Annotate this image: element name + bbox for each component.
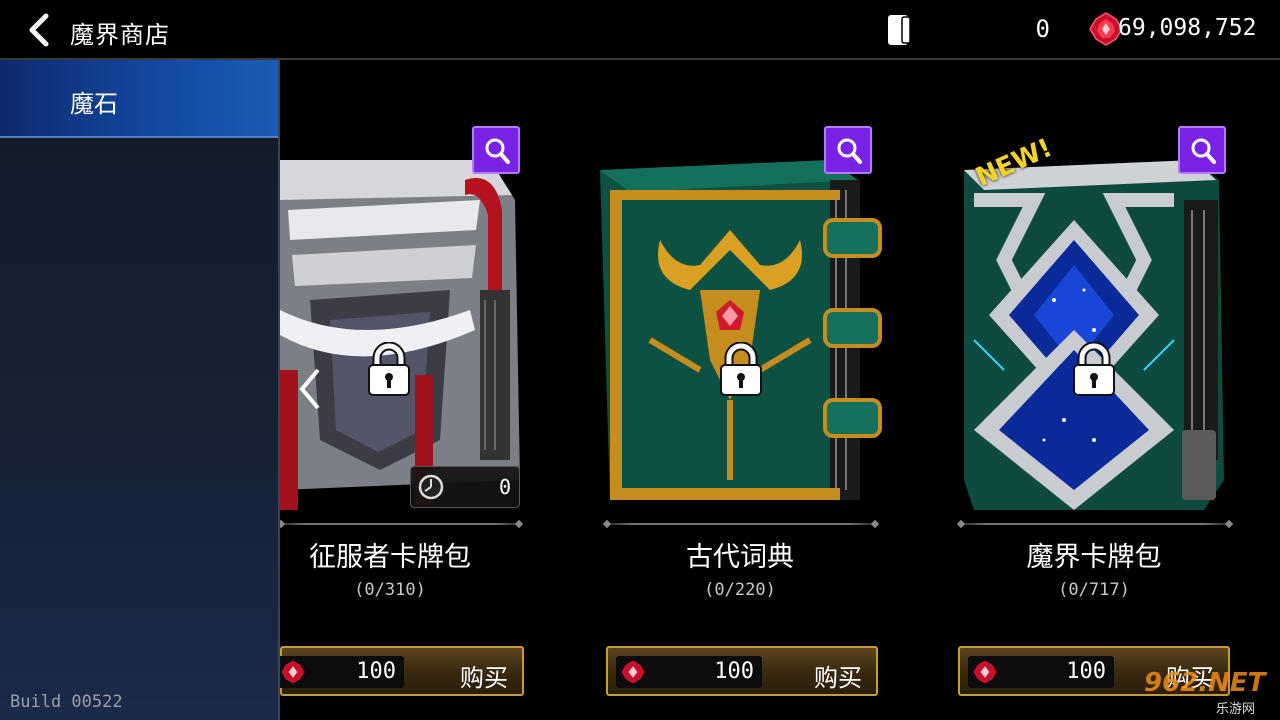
timer-icon bbox=[418, 474, 444, 500]
magnifier-icon bbox=[837, 138, 862, 164]
divider bbox=[606, 523, 876, 525]
pack-card[interactable]: 古代词典 (0/220) 100 购买 bbox=[590, 60, 890, 720]
buy-label: 购买 bbox=[814, 664, 862, 692]
price-value: 100 bbox=[356, 659, 396, 684]
zoom-button[interactable] bbox=[824, 126, 872, 174]
buy-button[interactable]: 100 购买 bbox=[280, 646, 524, 696]
red-gem-icon bbox=[281, 660, 305, 684]
pack-name: 魔界卡牌包 bbox=[1026, 542, 1162, 573]
back-arrow-icon bbox=[29, 13, 49, 47]
red-gem-icon bbox=[973, 660, 997, 684]
magnifier-icon bbox=[485, 138, 510, 164]
pack-card[interactable]: NEW! 魔界卡牌包 (0/717) 100 购买 bbox=[944, 60, 1244, 720]
pack-art-conqueror bbox=[280, 160, 520, 510]
buy-label: 购买 bbox=[460, 664, 508, 692]
price-box: 100 bbox=[280, 656, 404, 688]
pack-art-ancient-dictionary bbox=[600, 160, 882, 500]
watermark-sub: 乐游网 bbox=[1216, 702, 1256, 717]
chevron-left-icon[interactable] bbox=[296, 366, 324, 412]
timer-value: 0 bbox=[498, 475, 511, 499]
shop-area: 0 征服者卡牌包 (0/310) 100 购买 古代词典 (0/220) 100… bbox=[280, 60, 1280, 720]
watermark: 962.NET 乐游网 bbox=[1140, 668, 1276, 718]
build-label: Build 00522 bbox=[10, 692, 123, 712]
watermark-main: 962.NET bbox=[1144, 668, 1266, 698]
red-gem-icon bbox=[621, 660, 645, 684]
divider bbox=[960, 523, 1230, 525]
lock-icon bbox=[368, 342, 410, 396]
top-bar: 魔界商店 0 69,098,752 bbox=[0, 0, 1280, 60]
currency-value: 69,098,752 bbox=[1118, 15, 1257, 41]
pack-progress: (0/310) bbox=[354, 580, 426, 600]
buy-button[interactable]: 100 购买 bbox=[606, 646, 878, 696]
sidebar-tab-magic-stone[interactable]: 魔石 bbox=[0, 60, 278, 138]
timer-box: 0 bbox=[410, 466, 520, 508]
price-value: 100 bbox=[1066, 659, 1106, 684]
pack-name: 古代词典 bbox=[686, 542, 794, 573]
card-count: 0 bbox=[1035, 15, 1050, 43]
back-button[interactable] bbox=[22, 10, 58, 50]
lock-icon bbox=[1073, 342, 1115, 396]
sidebar-tab-label: 魔石 bbox=[70, 90, 118, 118]
pack-card[interactable]: 0 征服者卡牌包 (0/310) 100 购买 bbox=[280, 60, 540, 720]
zoom-button[interactable] bbox=[1178, 126, 1226, 174]
sidebar: 魔石 Build 00522 bbox=[0, 60, 280, 720]
price-value: 100 bbox=[714, 659, 754, 684]
divider bbox=[280, 523, 520, 525]
pack-name: 征服者卡牌包 bbox=[309, 542, 471, 573]
lock-icon bbox=[720, 342, 762, 396]
pack-progress: (0/717) bbox=[1058, 580, 1130, 600]
card-icon bbox=[888, 15, 911, 45]
pack-progress: (0/220) bbox=[704, 580, 776, 600]
page-title: 魔界商店 bbox=[70, 21, 170, 49]
price-box: 100 bbox=[968, 656, 1114, 688]
zoom-button[interactable] bbox=[472, 126, 520, 174]
pack-art-demon-realm bbox=[964, 160, 1224, 510]
magnifier-icon bbox=[1191, 138, 1216, 164]
price-box: 100 bbox=[616, 656, 762, 688]
